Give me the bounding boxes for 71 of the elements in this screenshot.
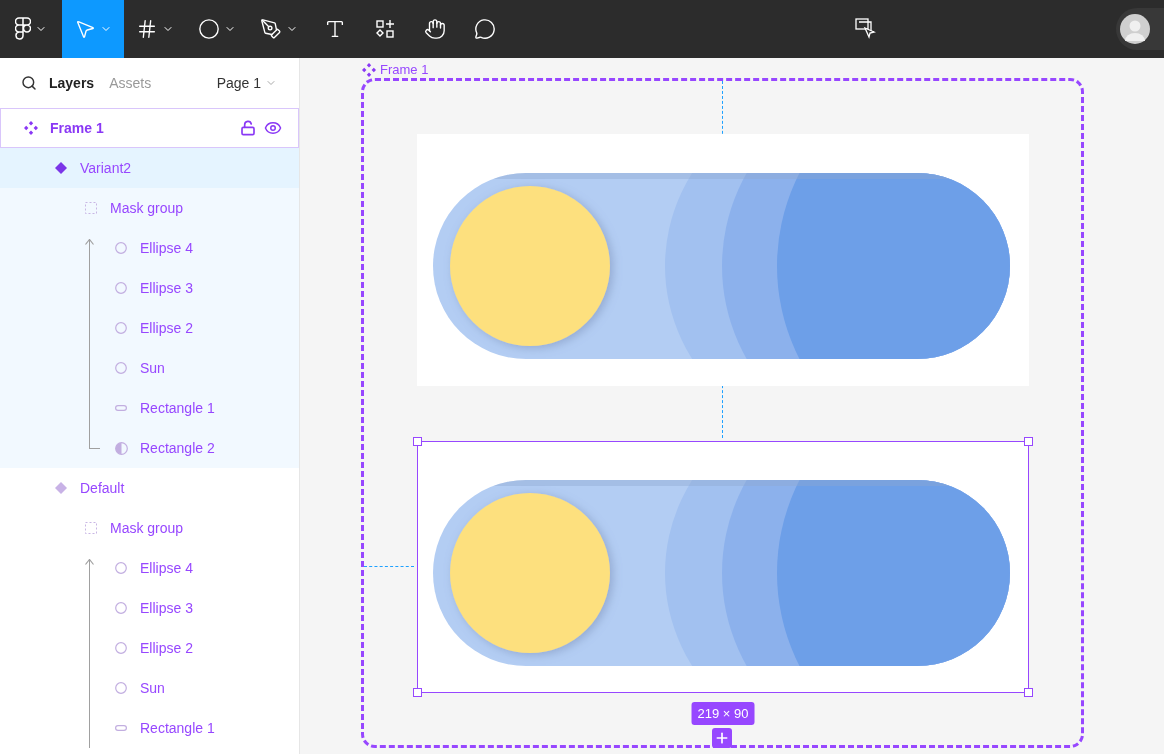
- layer-row[interactable]: Ellipse 4: [0, 228, 299, 268]
- layer-row[interactable]: Sun: [0, 348, 299, 388]
- layer-name: Frame 1: [50, 118, 104, 138]
- figma-logo-icon: [15, 17, 31, 41]
- circle-icon: [115, 602, 127, 614]
- eye-icon[interactable]: [264, 119, 282, 137]
- component-icon: [24, 121, 38, 135]
- layer-row[interactable]: Variant2: [0, 148, 299, 188]
- circle-icon: [115, 322, 127, 334]
- layer-row[interactable]: Ellipse 3: [0, 268, 299, 308]
- unlock-icon[interactable]: [240, 120, 256, 136]
- layer-name: Ellipse 2: [140, 638, 193, 658]
- pointer-icon: [74, 18, 96, 40]
- avatar-icon: [1120, 14, 1150, 44]
- avatar-button[interactable]: [1116, 8, 1164, 50]
- circle-icon: [115, 682, 127, 694]
- diamond-icon: [55, 162, 67, 174]
- layer-name: Ellipse 4: [140, 238, 193, 258]
- circle-icon: [115, 242, 127, 254]
- add-button[interactable]: [712, 728, 732, 748]
- diamond-icon: [55, 482, 67, 494]
- pen-icon: [260, 18, 282, 40]
- circle-icon: [115, 282, 127, 294]
- frame[interactable]: 219 × 90: [361, 78, 1084, 748]
- frame-label[interactable]: Frame 1: [380, 60, 429, 80]
- layer-name: Default: [80, 478, 125, 498]
- circle-icon: [115, 362, 127, 374]
- layer-name: Mask group: [110, 518, 184, 538]
- layer-name: Ellipse 4: [140, 558, 193, 578]
- shapes-icon: [375, 19, 395, 39]
- circle-icon: [115, 562, 127, 574]
- frame-icon: [136, 18, 158, 40]
- panel-tab[interactable]: Layers: [49, 72, 95, 94]
- hand-icon: [424, 18, 446, 40]
- layer-name: Rectangle 1: [140, 398, 215, 418]
- present-icon[interactable]: [853, 17, 878, 41]
- plus-icon: [714, 730, 730, 746]
- circle-icon: [115, 642, 127, 654]
- layer-name: Ellipse 2: [140, 318, 193, 338]
- resize-handle[interactable]: [413, 437, 422, 446]
- layer-name: Ellipse 3: [140, 278, 193, 298]
- layer-name: Variant2: [80, 158, 132, 178]
- pill-icon: [115, 725, 127, 731]
- dashed-square-icon: [85, 202, 97, 214]
- resize-handle[interactable]: [413, 688, 422, 697]
- page-dropdown[interactable]: Page 1: [216, 72, 277, 94]
- layer-row[interactable]: Frame 1: [0, 108, 299, 148]
- text-icon: [324, 18, 346, 40]
- component-icon: [362, 62, 376, 77]
- comment-icon: [474, 18, 496, 40]
- variant-card[interactable]: [417, 134, 1029, 386]
- layer-row[interactable]: Mask group: [0, 188, 299, 228]
- resize-handle[interactable]: [1024, 688, 1033, 697]
- layer-name: Ellipse 3: [140, 598, 193, 618]
- guide-line: [364, 566, 414, 567]
- circle-icon: [198, 18, 220, 40]
- layer-name: Rectangle 1: [140, 718, 215, 738]
- pill-icon: [115, 405, 127, 411]
- layer-name: Sun: [140, 678, 165, 698]
- resize-handle[interactable]: [1024, 437, 1033, 446]
- search-icon[interactable]: [21, 75, 37, 91]
- layer-row[interactable]: Ellipse 2: [0, 308, 299, 348]
- layer-row[interactable]: Rectangle 2: [0, 428, 299, 468]
- layer-name: Sun: [140, 358, 165, 378]
- dashed-square-icon: [85, 522, 97, 534]
- layer-name: Mask group: [110, 198, 184, 218]
- panel-tab[interactable]: Assets: [109, 72, 152, 94]
- layer-row[interactable]: Rectangle 1: [0, 388, 299, 428]
- layer-name: Rectangle 2: [140, 438, 215, 458]
- size-badge: 219 × 90: [691, 701, 755, 725]
- half-circle-icon: [114, 441, 128, 455]
